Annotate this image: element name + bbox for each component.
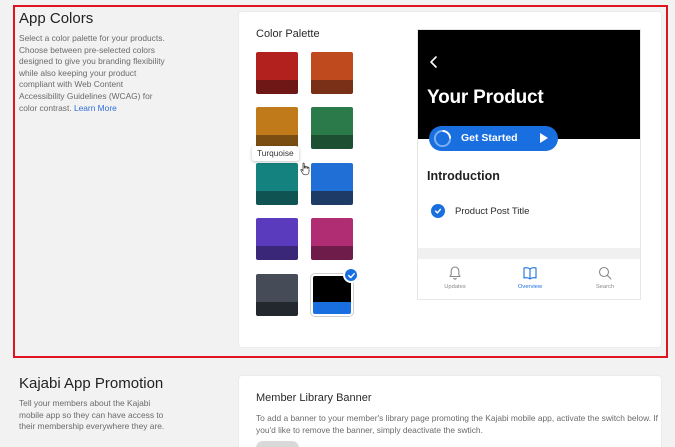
app-promotion-title: Kajabi App Promotion <box>19 375 164 392</box>
member-library-banner-toggle[interactable] <box>256 441 299 447</box>
app-promotion-description: Tell your members about the Kajabi mobil… <box>19 398 165 432</box>
member-library-banner-title: Member Library Banner <box>256 392 372 404</box>
app-promotion-intro: Kajabi App Promotion Tell your members a… <box>19 375 169 433</box>
annotation-highlight <box>13 5 668 358</box>
member-library-banner-description: To add a banner to your member's library… <box>256 413 658 435</box>
